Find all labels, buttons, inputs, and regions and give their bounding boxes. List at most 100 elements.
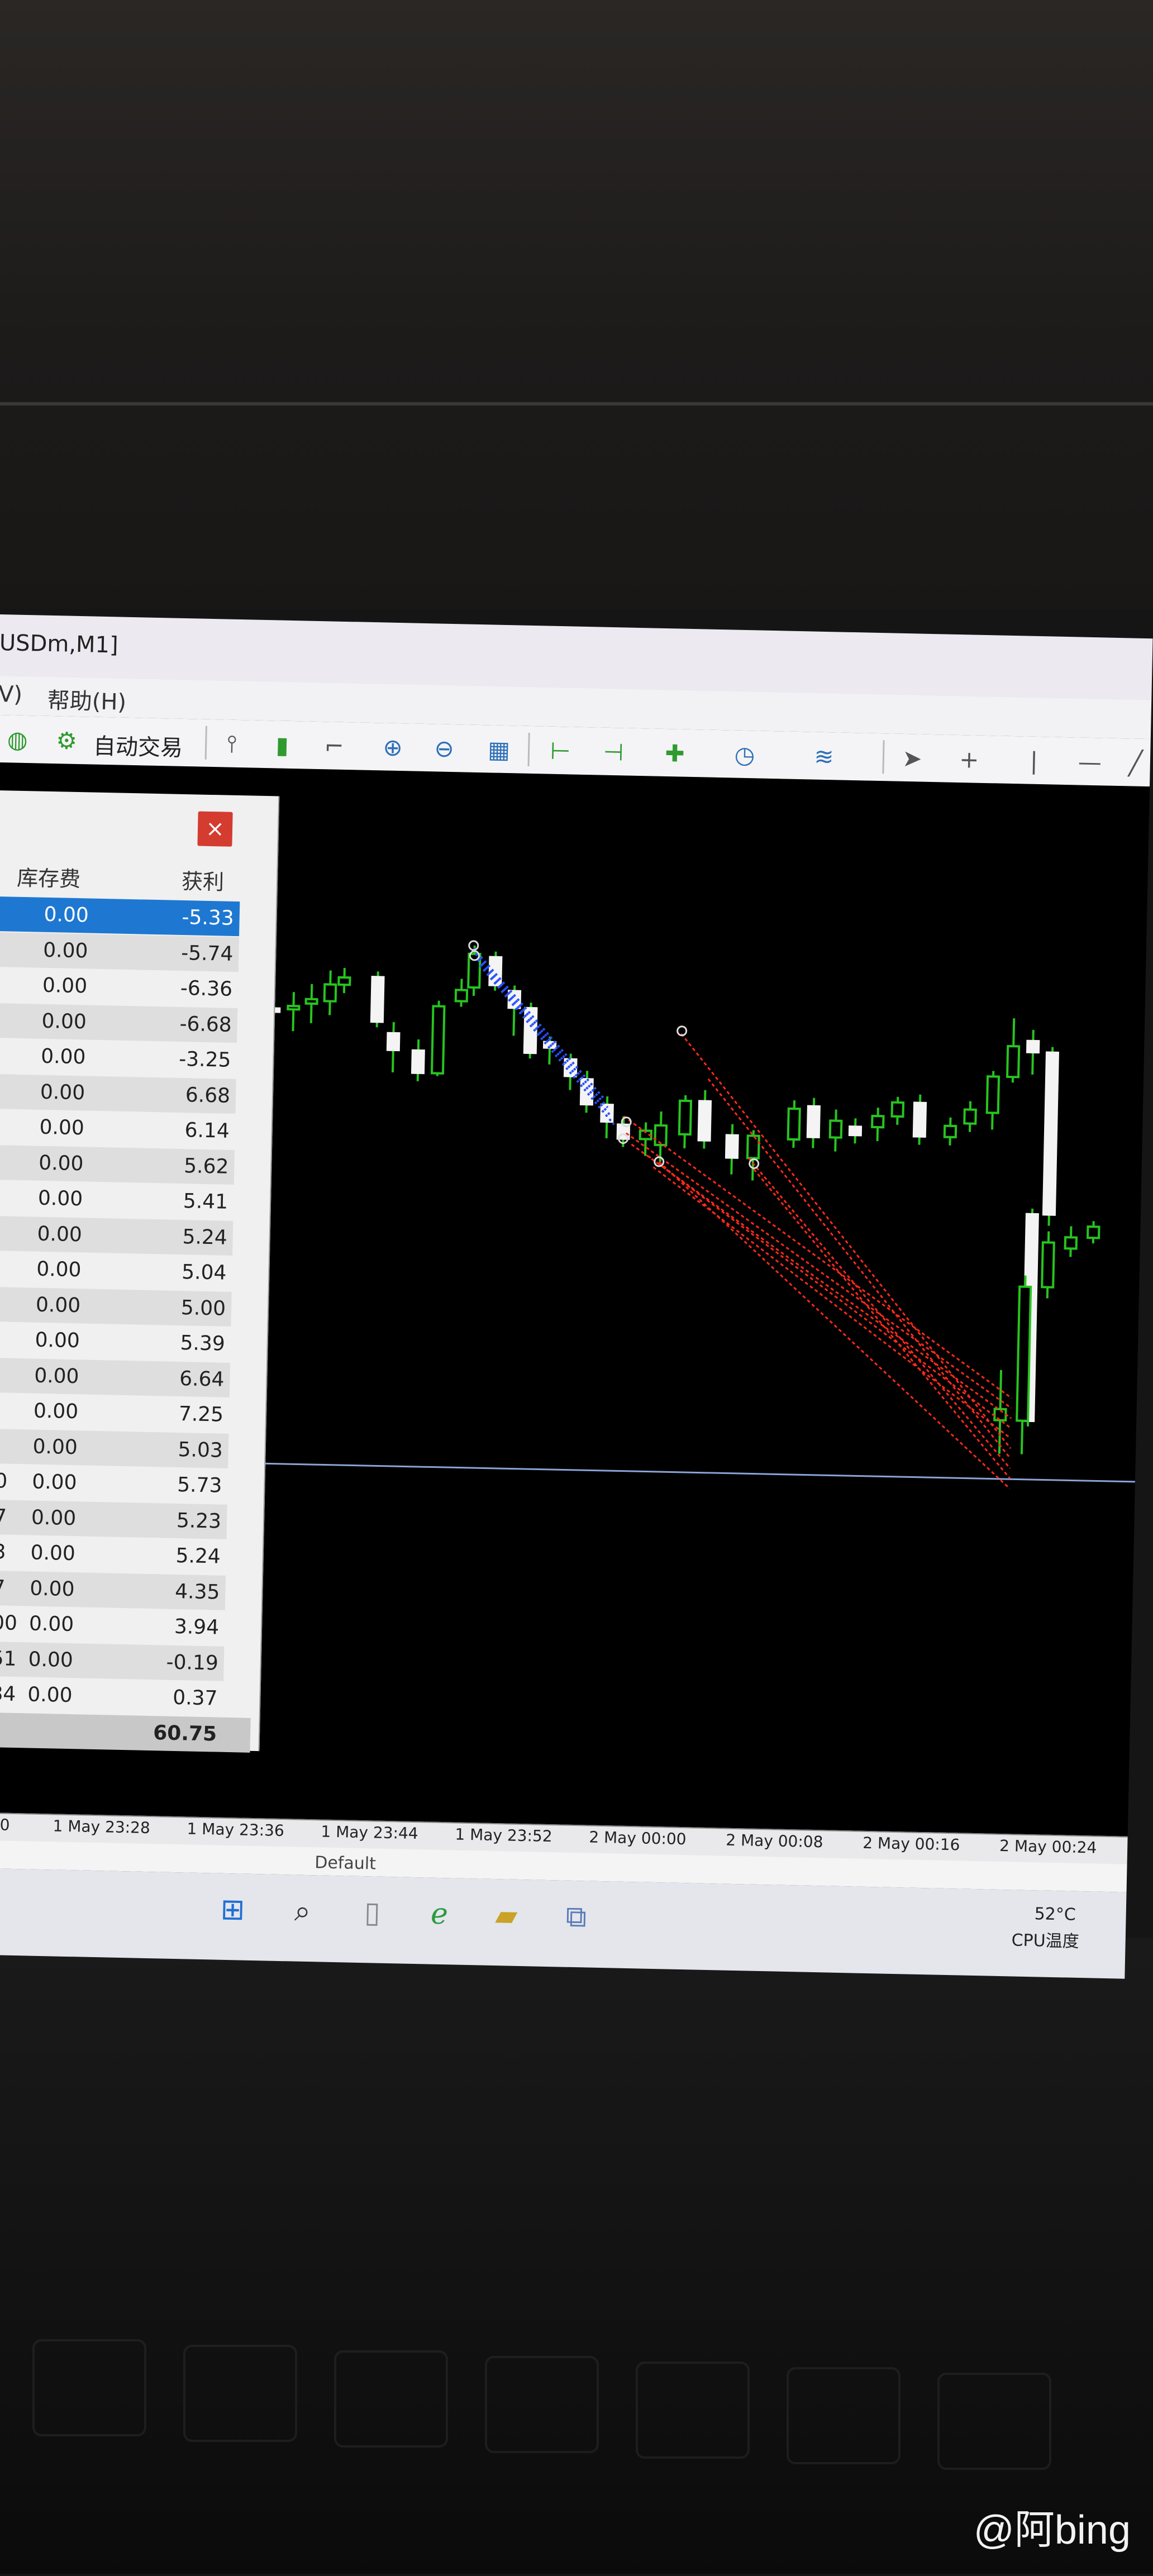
time-label: 2 May 00:00	[589, 1828, 687, 1849]
candle-body	[787, 1107, 801, 1141]
swap-cell: 0.00	[33, 1399, 79, 1424]
tab-default[interactable]: Default	[315, 1853, 376, 1873]
monitor-bezel	[0, 0, 1153, 609]
cpu-temperature-label: CPU温度	[1011, 1930, 1080, 1952]
price-level-line	[250, 1462, 1135, 1483]
candle-body	[1064, 1236, 1078, 1250]
profit-cell: 6.68	[185, 1083, 231, 1108]
profit-cell: 5.39	[180, 1332, 226, 1356]
trendline-icon[interactable]: ╱	[1119, 747, 1151, 779]
swap-cell: 0.00	[34, 1364, 79, 1388]
window-title: USDm,M1]	[0, 629, 119, 659]
candle-body	[963, 1108, 977, 1125]
cursor-icon[interactable]: ➤	[896, 742, 928, 774]
watermark: @阿bing	[973, 2508, 1131, 2553]
swap-cell: 0.00	[37, 1186, 83, 1211]
menu-item-view[interactable]: V)	[0, 681, 22, 708]
horizontal-line-icon[interactable]: —	[1074, 746, 1106, 777]
candlestick-icon[interactable]: ▮	[266, 729, 298, 761]
swap-cell: 0.00	[37, 1222, 83, 1246]
line-chart-icon[interactable]: ⌐	[318, 730, 350, 762]
swap-cell: 0.00	[40, 1080, 85, 1104]
swap-cell: 0.00	[41, 1009, 87, 1033]
chart-shift-icon[interactable]: ⊢	[545, 734, 576, 766]
tile-windows-icon[interactable]: ▦	[483, 733, 515, 765]
time-label: 2 May 00:16	[862, 1833, 960, 1854]
chart-app-icon[interactable]: ⧉	[556, 1897, 596, 1936]
zoom-in-icon[interactable]: ⊕	[377, 731, 409, 763]
candle-body	[697, 1100, 712, 1142]
profit-cell: 6.64	[179, 1367, 225, 1391]
cpu-temperature: 52°C	[1034, 1904, 1076, 1925]
candle-body	[678, 1099, 693, 1136]
candle-body	[1042, 1051, 1060, 1216]
candle-body	[943, 1124, 957, 1139]
swap-cell: 0.00	[30, 1541, 76, 1566]
periods-clock-icon[interactable]: ◷	[728, 738, 760, 770]
autotrade-button[interactable]: 自动交易	[93, 728, 183, 762]
trade-line-red	[625, 1132, 1012, 1409]
templates-icon[interactable]: ≋	[808, 740, 840, 772]
candle-body	[287, 1004, 301, 1011]
profit-cell: -5.33	[182, 905, 235, 930]
indicators-icon[interactable]: ✚	[659, 737, 690, 769]
search-icon[interactable]: ⌕	[283, 1891, 322, 1931]
candle-body	[848, 1125, 863, 1137]
column-header-swap[interactable]: 库存费	[17, 861, 81, 893]
candle-body	[1016, 1285, 1032, 1422]
candle-body	[654, 1124, 668, 1147]
monitor-screen: USDm,M1] V) 帮助(H) ◍ ⚙ 自动交易 ⫯ ▮ ⌐ ⊕ ⊖ ▦ ⊢…	[0, 614, 1153, 1979]
trade-line-red	[623, 1115, 1012, 1399]
profit-cell: 0.37	[172, 1686, 218, 1710]
windows-start-icon[interactable]: ⊞	[213, 1890, 252, 1930]
candle-body	[725, 1134, 739, 1159]
profit-cell: -6.36	[180, 976, 233, 1001]
swap-cell: 0.00	[40, 1044, 86, 1069]
zoom-out-icon[interactable]: ⊖	[428, 732, 460, 764]
browser-icon[interactable]: ℯ	[420, 1894, 459, 1934]
profit-cell: 5.73	[177, 1473, 222, 1497]
profit-cell: -5.74	[180, 941, 234, 966]
swap-cell: 0.00	[42, 938, 88, 962]
time-label: 1 May 23:52	[455, 1825, 552, 1846]
autotrade-icon[interactable]: ⚙	[51, 724, 83, 756]
time-label: 1 May 23:36	[187, 1819, 285, 1840]
vertical-line-icon[interactable]: |	[1018, 745, 1050, 776]
column-header-profit[interactable]: 获利	[182, 864, 225, 896]
profit-cell: 5.03	[178, 1438, 223, 1462]
candle-body	[1006, 1044, 1021, 1079]
swap-cell: 0.00	[44, 903, 89, 927]
swap-cell: 0.00	[29, 1577, 75, 1601]
profit-cell: 6.14	[184, 1119, 230, 1143]
candle-body	[806, 1105, 821, 1138]
profit-cell: 5.24	[182, 1225, 228, 1249]
time-label: 2 May 00:08	[725, 1830, 823, 1852]
swap-cell: 0.00	[31, 1470, 77, 1495]
swap-cell: 0.00	[38, 1151, 84, 1175]
profit-cell: 7.25	[178, 1403, 224, 1427]
candle-body	[454, 989, 469, 1003]
profit-cell: 5.41	[183, 1190, 228, 1214]
profit-cell: -0.19	[166, 1650, 219, 1675]
profit-cell: 3.94	[174, 1615, 220, 1639]
profit-cell: 5.62	[183, 1154, 229, 1179]
candle-body	[411, 1049, 425, 1075]
menu-item-help[interactable]: 帮助(H)	[47, 683, 126, 717]
trading-app-icon[interactable]: ▰	[487, 1896, 526, 1935]
time-label: 1 May 23:28	[53, 1816, 151, 1838]
crosshair-icon[interactable]: +	[953, 743, 985, 775]
profit-cell: 4.35	[174, 1580, 220, 1604]
candle-body	[430, 1005, 446, 1075]
bezel-edge	[0, 402, 1153, 406]
globe-icon[interactable]: ◍	[2, 723, 34, 755]
swap-cell: 0.00	[28, 1612, 74, 1637]
profit-cell: -6.68	[179, 1012, 232, 1037]
file-icon[interactable]: ▯	[352, 1893, 392, 1933]
bar-chart-icon[interactable]: ⫯	[216, 728, 248, 760]
autoscroll-icon[interactable]: ⊣	[598, 736, 630, 767]
swap-cell: 0.00	[31, 1506, 77, 1530]
candle-body	[304, 998, 318, 1005]
profit-cell: 5.00	[180, 1296, 226, 1320]
close-icon[interactable]: ×	[197, 811, 233, 847]
trade-line-red	[753, 1168, 1011, 1480]
